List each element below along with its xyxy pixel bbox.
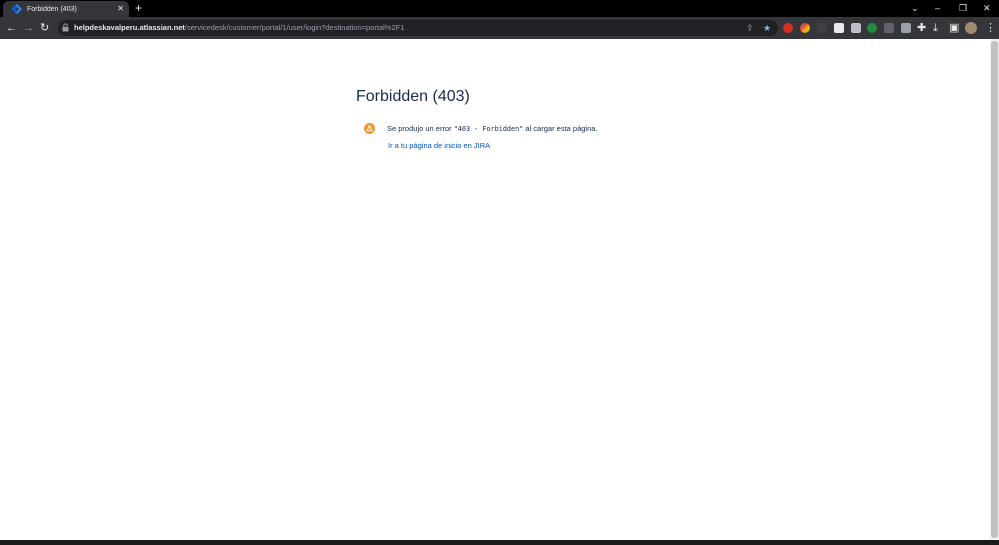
lock-icon	[62, 23, 69, 32]
menu-dots-icon[interactable]: ⋮	[985, 21, 996, 35]
tab-search-icon[interactable]: ⌄	[911, 2, 919, 14]
error-content: Forbidden (403) Se produjo un error "403…	[356, 86, 756, 150]
extensions-puzzle-icon[interactable]: ✚	[917, 21, 926, 35]
jira-favicon-icon	[11, 4, 22, 15]
minimize-icon[interactable]: –	[935, 2, 940, 14]
url-host: helpdeskavalperu.atlassian.net	[74, 23, 185, 32]
taskbar	[0, 540, 999, 545]
restore-icon[interactable]: ❐	[959, 2, 967, 14]
reload-icon[interactable]: ↻	[40, 21, 49, 35]
error-message: Se produjo un error "403 - Forbidden" al…	[364, 123, 598, 135]
extension-note-icon[interactable]	[834, 23, 844, 33]
extension-red-icon[interactable]	[783, 23, 793, 33]
bookmark-star-icon[interactable]: ★	[763, 22, 771, 34]
message-prefix: Se produjo un error	[387, 124, 452, 133]
extension-doc-icon[interactable]	[851, 23, 861, 33]
extension-green-icon[interactable]	[867, 23, 877, 33]
error-message-text: Se produjo un error "403 - Forbidden" al…	[387, 123, 598, 135]
page-title: Forbidden (403)	[356, 88, 470, 105]
scrollbar-thumb[interactable]	[991, 41, 998, 538]
back-arrow-icon[interactable]: ←	[6, 21, 17, 35]
extension-color-icon[interactable]	[800, 23, 810, 33]
jira-home-link[interactable]: Ir a tu página de inicio en JIRA	[388, 141, 490, 150]
download-icon[interactable]: ⤓	[933, 21, 938, 35]
close-window-icon[interactable]: ✕	[983, 2, 991, 14]
message-suffix: al cargar esta página.	[525, 124, 598, 133]
tab-bar: Forbidden (403) ✕ + ⌄ – ❐ ✕	[0, 0, 999, 17]
tab-title: Forbidden (403)	[27, 5, 77, 13]
url-path: /servicedesk/customer/portal/1/user/logi…	[184, 23, 405, 32]
error-code: "403 - Forbidden"	[453, 125, 524, 133]
share-icon[interactable]: ⇪	[746, 22, 754, 34]
extension-off-icon[interactable]	[901, 23, 911, 33]
tab-close-icon[interactable]: ✕	[117, 4, 124, 14]
warning-icon	[364, 123, 375, 134]
forward-arrow-icon[interactable]: →	[23, 21, 34, 35]
new-tab-icon[interactable]: +	[135, 2, 142, 14]
side-panel-icon[interactable]: ▣	[949, 21, 959, 35]
extension-image-icon[interactable]	[884, 23, 894, 33]
address-bar[interactable]: helpdeskavalperu.atlassian.net/servicede…	[58, 20, 778, 36]
profile-avatar[interactable]	[965, 22, 977, 34]
browser-tab[interactable]: Forbidden (403) ✕	[3, 1, 129, 17]
extension-dark-icon[interactable]	[817, 23, 827, 33]
url-text: helpdeskavalperu.atlassian.net/servicede…	[74, 23, 404, 32]
browser-toolbar: ← → ↻ helpdeskavalperu.atlassian.net/ser…	[0, 17, 999, 39]
